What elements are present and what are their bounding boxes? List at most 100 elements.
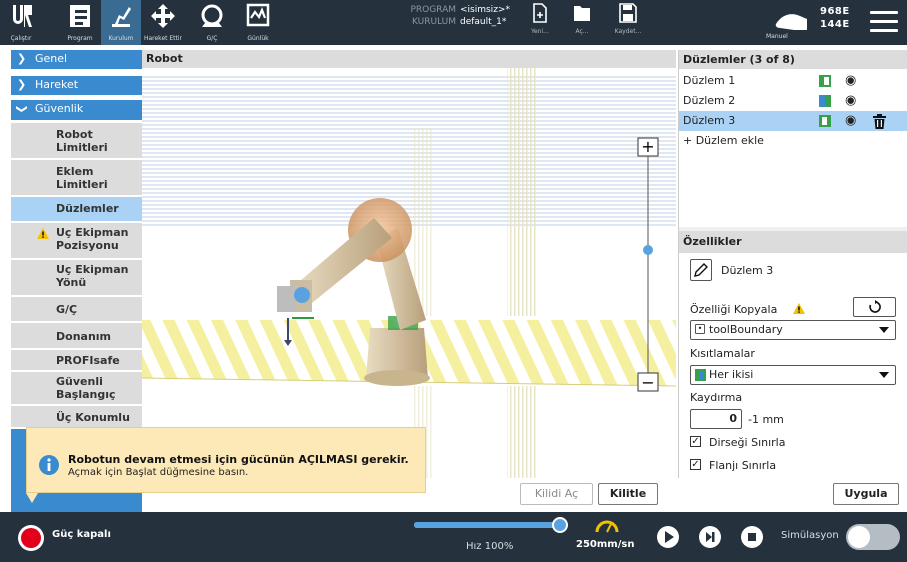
restrict-flange-checkbox[interactable]: ✓ <box>690 459 701 470</box>
offset-input[interactable]: 0 <box>690 409 742 429</box>
sidebar-item-profisafe[interactable]: PROFIsafe <box>11 350 142 371</box>
speed-slider-handle[interactable] <box>552 517 568 533</box>
sidebar-item-label: PROFIsafe <box>56 354 120 367</box>
plane-name: Düzlem 1 <box>683 74 736 87</box>
stop-button[interactable] <box>741 526 763 548</box>
new-file-icon <box>533 3 547 23</box>
nav-move[interactable]: Hareket Ettir <box>143 0 183 45</box>
stop-icon <box>748 533 756 541</box>
new-file-button[interactable]: Yeni... <box>520 3 560 35</box>
power-off-icon <box>21 528 41 548</box>
nav-move-label: Hareket Ettir <box>143 35 183 42</box>
notification-pointer <box>26 493 38 503</box>
feature-select[interactable]: • toolBoundary <box>690 320 896 340</box>
sidebar-item-label: Genel <box>35 52 68 65</box>
manual-mode-icon[interactable] <box>774 10 808 32</box>
sidebar-item-label: Güvenli Başlangıç <box>56 375 116 401</box>
add-plane-button[interactable]: + Düzlem ekle <box>679 131 907 151</box>
io-icon <box>201 4 223 27</box>
plane-row-2[interactable]: Düzlem 2 ◉ <box>679 91 907 111</box>
offset-label: Kaydırma <box>690 391 743 404</box>
bottom-bar: Güç kapalı Hız 100% 250mm/sn Simülasyon <box>0 512 907 562</box>
nav-io[interactable]: G/Ç <box>192 0 232 45</box>
refresh-icon <box>868 300 881 313</box>
unlock-button[interactable]: Kilidi Aç <box>520 483 593 505</box>
speed-label: Hız 100% <box>466 541 514 552</box>
viewport-title: Robot <box>142 50 676 68</box>
sidebar-item-joint-limits[interactable]: Eklem Limitleri <box>11 160 142 196</box>
speed-line-1: 968E <box>820 6 850 17</box>
plane-row-3[interactable]: Düzlem 3 ◉ <box>679 111 907 131</box>
sidebar-item-label: Eklem Limitleri <box>56 165 108 191</box>
step-icon <box>706 532 715 542</box>
apply-button[interactable]: Uygula <box>833 483 899 505</box>
planes-header: Düzlemler (3 of 8) <box>679 50 907 69</box>
sidebar-item-three-position[interactable]: Üç Konumlu <box>11 406 142 428</box>
installation-name: default_1* <box>460 17 507 27</box>
nav-program[interactable]: Program <box>60 0 100 45</box>
plane-type-icon <box>819 95 831 107</box>
edit-name-button[interactable] <box>690 259 712 281</box>
restrict-flange-label: Flanjı Sınırla <box>709 459 777 472</box>
sidebar-item-label: Uç Ekipman Yönü <box>56 263 129 289</box>
sidebar-item-hardware[interactable]: Donanım <box>11 323 142 349</box>
eye-icon[interactable]: ◉ <box>845 111 856 131</box>
sidebar-item-io[interactable]: G/Ç <box>11 297 142 322</box>
plane-name: Düzlem 3 <box>683 114 736 127</box>
open-file-button[interactable]: Aç... <box>562 3 602 35</box>
robot-arm-icon <box>112 7 131 27</box>
ur-logo-icon <box>13 5 32 27</box>
tcp-speed: 250mm/sn <box>576 539 635 550</box>
speedometer-icon <box>595 520 619 533</box>
sidebar-item-general[interactable]: ❯ Genel <box>11 50 142 70</box>
play-button[interactable] <box>657 526 679 548</box>
program-icon <box>70 5 90 27</box>
eye-icon[interactable]: ◉ <box>845 91 856 111</box>
trash-icon[interactable] <box>873 114 886 129</box>
move-arrows-icon <box>151 4 175 28</box>
folder-icon <box>574 6 590 21</box>
eye-icon[interactable]: ◉ <box>845 71 856 91</box>
simulation-toggle[interactable] <box>846 524 900 550</box>
step-button[interactable] <box>699 526 721 548</box>
lock-button[interactable]: Kilitle <box>598 483 658 505</box>
new-file-label: Yeni... <box>531 28 549 35</box>
sidebar-item-label: G/Ç <box>56 303 78 316</box>
sidebar-item-planes[interactable]: Düzlemler <box>11 197 142 222</box>
sidebar-item-label: Güvenlik <box>35 102 84 115</box>
sidebar-item-tool-direction[interactable]: Uç Ekipman Yönü <box>11 260 142 296</box>
plane-row-1[interactable]: Düzlem 1 ◉ <box>679 71 907 91</box>
info-icon <box>39 455 59 475</box>
restrict-elbow-checkbox[interactable]: ✓ <box>690 436 701 447</box>
save-file-button[interactable]: Kaydet... <box>608 3 648 35</box>
log-icon <box>246 3 270 27</box>
plane-name: Düzlem 2 <box>683 94 736 107</box>
chevron-down-icon <box>879 327 889 333</box>
power-notification: Robotun devam etmesi için gücünün AÇILMA… <box>26 427 426 493</box>
open-file-label: Aç... <box>575 28 589 35</box>
sidebar-item-tool-position[interactable]: Uç Ekipman Pozisyonu <box>11 223 142 259</box>
feature-select-value: toolBoundary <box>709 323 783 336</box>
copy-feature-label: Özelliği Kopyala <box>690 303 778 316</box>
nav-log[interactable]: Günlük <box>238 0 278 45</box>
hamburger-menu-icon[interactable] <box>870 11 898 33</box>
restriction-select-value: Her ikisi <box>709 368 754 381</box>
nav-run-label: Çalıştır <box>10 35 32 42</box>
nav-installation[interactable]: Kurulum <box>101 0 141 45</box>
speed-slider[interactable] <box>414 517 568 533</box>
pencil-icon <box>694 263 708 277</box>
sidebar-item-safe-home[interactable]: Güvenli Başlangıç <box>11 372 142 405</box>
mode-label: Manuel <box>766 33 788 40</box>
warning-icon <box>37 228 49 239</box>
plane-type-icon <box>819 115 831 127</box>
sidebar-item-robot-limits[interactable]: Robot Limitleri <box>11 123 142 159</box>
power-button[interactable] <box>18 525 44 551</box>
restriction-select[interactable]: Her ikisi <box>690 365 896 385</box>
sidebar-item-safety[interactable]: ❯ Güvenlik <box>11 100 142 121</box>
play-icon <box>665 531 674 543</box>
power-status: Güç kapalı <box>52 529 111 540</box>
refresh-copy-button[interactable] <box>853 297 896 317</box>
nav-run[interactable]: Çalıştır <box>2 0 40 45</box>
speed-info: 968E 144E <box>820 5 850 31</box>
sidebar-item-motion[interactable]: ❯ Hareket <box>11 76 142 96</box>
